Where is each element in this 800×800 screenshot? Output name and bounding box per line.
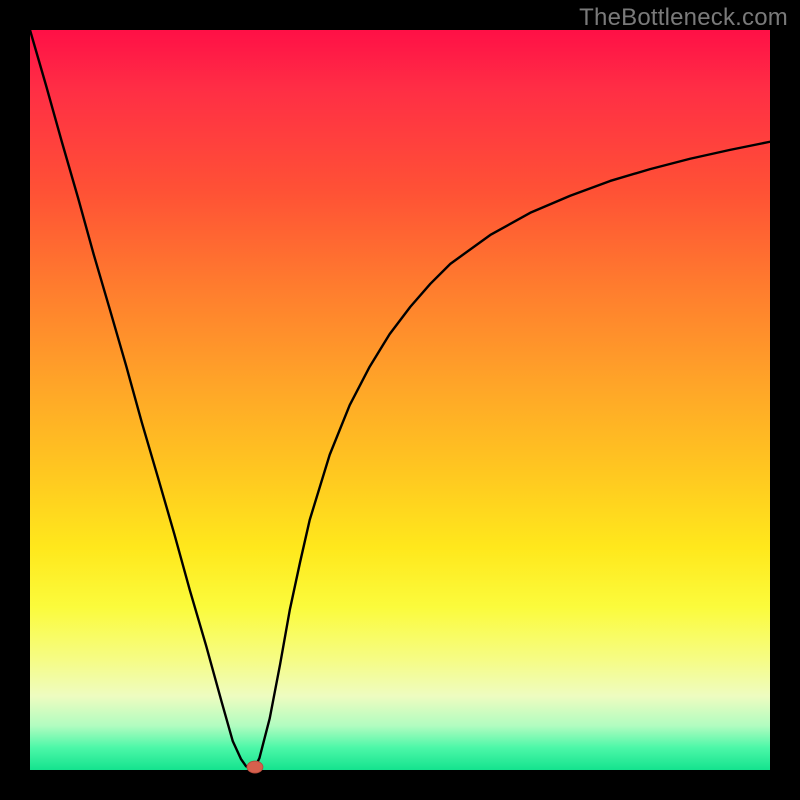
plot-area bbox=[30, 30, 770, 770]
min-marker bbox=[247, 761, 263, 773]
chart-svg bbox=[30, 30, 770, 770]
bottleneck-curve bbox=[30, 30, 770, 769]
chart-frame: TheBottleneck.com bbox=[0, 0, 800, 800]
watermark-label: TheBottleneck.com bbox=[579, 4, 788, 32]
